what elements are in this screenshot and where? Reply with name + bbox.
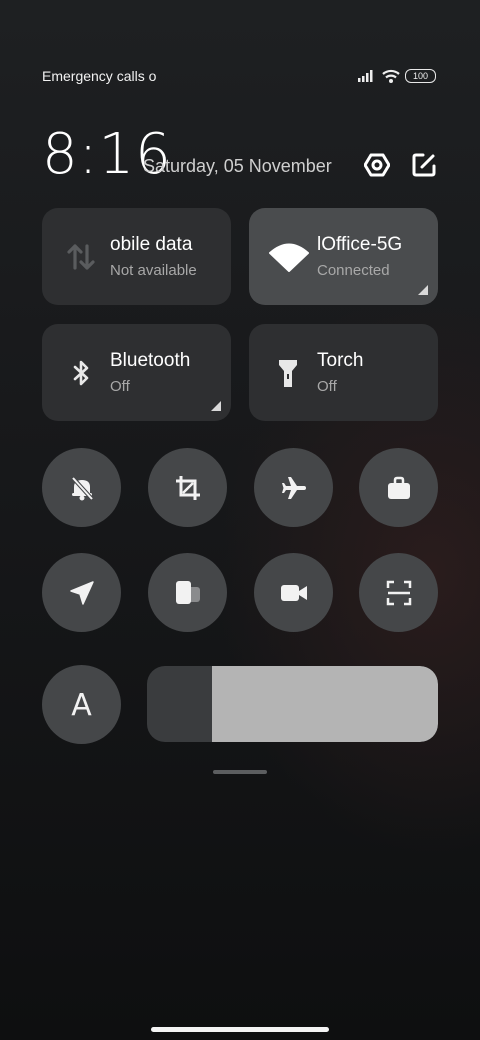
mute-icon bbox=[71, 476, 93, 500]
torch-icon bbox=[279, 360, 297, 387]
work-profile-toggle[interactable] bbox=[359, 448, 438, 527]
mobile-data-icon bbox=[67, 244, 95, 270]
location-icon bbox=[69, 580, 94, 605]
floating-window-toggle[interactable] bbox=[148, 553, 227, 632]
brightness-slider-fill bbox=[212, 666, 438, 742]
tile-title: obile data bbox=[110, 234, 193, 255]
auto-brightness-label: A bbox=[71, 688, 92, 723]
edit-icon[interactable] bbox=[411, 152, 437, 178]
torch-tile[interactable]: Torch Off bbox=[249, 324, 438, 421]
tile-title: Torch bbox=[317, 350, 364, 371]
screenshot-toggle[interactable] bbox=[148, 448, 227, 527]
airplane-toggle[interactable] bbox=[254, 448, 333, 527]
tile-subtitle: Off bbox=[317, 378, 337, 395]
wifi-tile[interactable]: lOffice-5G Connected bbox=[249, 208, 438, 305]
battery-level: 100 bbox=[412, 71, 429, 81]
screen-recorder-icon bbox=[280, 584, 307, 601]
airplane-icon bbox=[281, 476, 306, 499]
carrier-status-text: Emergency calls o bbox=[42, 68, 157, 84]
mute-toggle[interactable] bbox=[42, 448, 121, 527]
expand-indicator[interactable] bbox=[211, 401, 221, 411]
date-label: Saturday, 05 November bbox=[143, 156, 332, 176]
floating-window-icon bbox=[175, 580, 200, 604]
work-profile-icon bbox=[387, 476, 410, 499]
battery-indicator: 100 bbox=[405, 69, 436, 83]
settings-icon[interactable] bbox=[364, 152, 390, 178]
tile-subtitle: Off bbox=[110, 378, 130, 395]
expand-indicator[interactable] bbox=[418, 285, 428, 295]
signal-icon bbox=[358, 70, 373, 82]
scanner-toggle[interactable] bbox=[359, 553, 438, 632]
scanner-icon bbox=[386, 580, 411, 605]
tile-subtitle: Not available bbox=[110, 262, 197, 279]
brightness-slider[interactable] bbox=[147, 666, 438, 742]
bluetooth-icon bbox=[73, 360, 89, 386]
tile-subtitle: Connected bbox=[317, 262, 390, 279]
home-indicator[interactable] bbox=[151, 1027, 329, 1032]
bluetooth-tile[interactable]: Bluetooth Off bbox=[42, 324, 231, 421]
wifi-icon bbox=[269, 243, 309, 272]
location-toggle[interactable] bbox=[42, 553, 121, 632]
screen-recorder-toggle[interactable] bbox=[254, 553, 333, 632]
screenshot-icon bbox=[175, 475, 200, 500]
wifi-status-icon bbox=[382, 69, 400, 83]
tile-title: lOffice-5G bbox=[317, 234, 403, 255]
auto-brightness-button[interactable]: A bbox=[42, 665, 121, 744]
mobile-data-tile[interactable]: obile data Not available bbox=[42, 208, 231, 305]
panel-drag-handle[interactable] bbox=[213, 770, 267, 774]
clock: 8:16 bbox=[42, 122, 172, 187]
tile-title: Bluetooth bbox=[110, 350, 191, 371]
status-bar: Emergency calls o 100 bbox=[42, 66, 436, 88]
